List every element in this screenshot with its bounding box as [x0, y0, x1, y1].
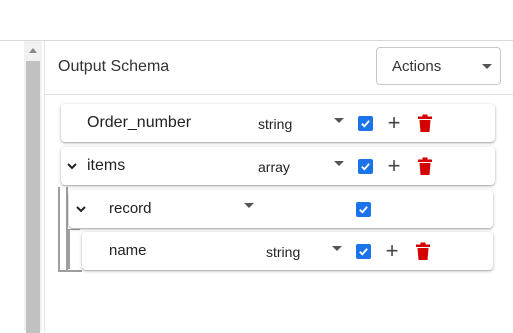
caret-down-icon[interactable]	[332, 246, 342, 251]
check-icon	[361, 120, 370, 128]
check-icon	[359, 248, 368, 256]
schema-row-record[interactable]: record	[69, 190, 493, 228]
plus-icon[interactable]: +	[386, 155, 402, 177]
panel-header-divider	[45, 94, 513, 95]
caret-down-icon[interactable]	[334, 161, 344, 166]
required-checkbox[interactable]	[356, 244, 371, 259]
output-schema-panel: Output Schema Actions	[44, 41, 513, 331]
actions-label: Actions	[392, 57, 442, 75]
trash-icon[interactable]	[416, 242, 430, 260]
caret-down-icon	[482, 64, 492, 69]
tree-guide-line	[58, 187, 60, 271]
required-checkbox[interactable]	[358, 116, 373, 131]
trash-icon[interactable]	[418, 114, 432, 132]
tree-guide-line	[68, 229, 70, 269]
schema-row-order-number[interactable]: Order_number string +	[61, 104, 495, 142]
chevron-down-icon[interactable]	[66, 160, 78, 172]
tree-guide-line	[68, 229, 80, 230]
field-name[interactable]: name	[109, 242, 147, 259]
caret-down-icon[interactable]	[244, 203, 254, 208]
check-icon	[361, 163, 370, 171]
required-checkbox[interactable]	[356, 202, 371, 217]
schema-row-items[interactable]: items array +	[61, 147, 495, 185]
field-type[interactable]: string	[266, 244, 300, 260]
panel-title: Output Schema	[58, 58, 170, 75]
field-name[interactable]: Order_number	[87, 114, 191, 132]
tree-guide-line	[58, 270, 82, 272]
schema-row-name[interactable]: name string +	[82, 232, 493, 270]
field-name[interactable]: items	[87, 157, 125, 175]
scroll-up-arrow-icon[interactable]	[24, 41, 42, 59]
required-checkbox[interactable]	[358, 159, 373, 174]
vertical-scrollbar[interactable]	[24, 41, 42, 333]
plus-icon[interactable]: +	[384, 240, 400, 262]
chevron-down-icon[interactable]	[75, 203, 87, 215]
field-name[interactable]: record	[109, 200, 152, 217]
field-type[interactable]: string	[258, 116, 292, 132]
actions-dropdown[interactable]: Actions	[376, 47, 501, 85]
check-icon	[359, 206, 368, 214]
plus-icon[interactable]: +	[386, 112, 402, 134]
trash-icon[interactable]	[418, 157, 432, 175]
caret-down-icon[interactable]	[334, 118, 344, 123]
scroll-thumb[interactable]	[26, 61, 40, 333]
field-type[interactable]: array	[258, 159, 290, 175]
